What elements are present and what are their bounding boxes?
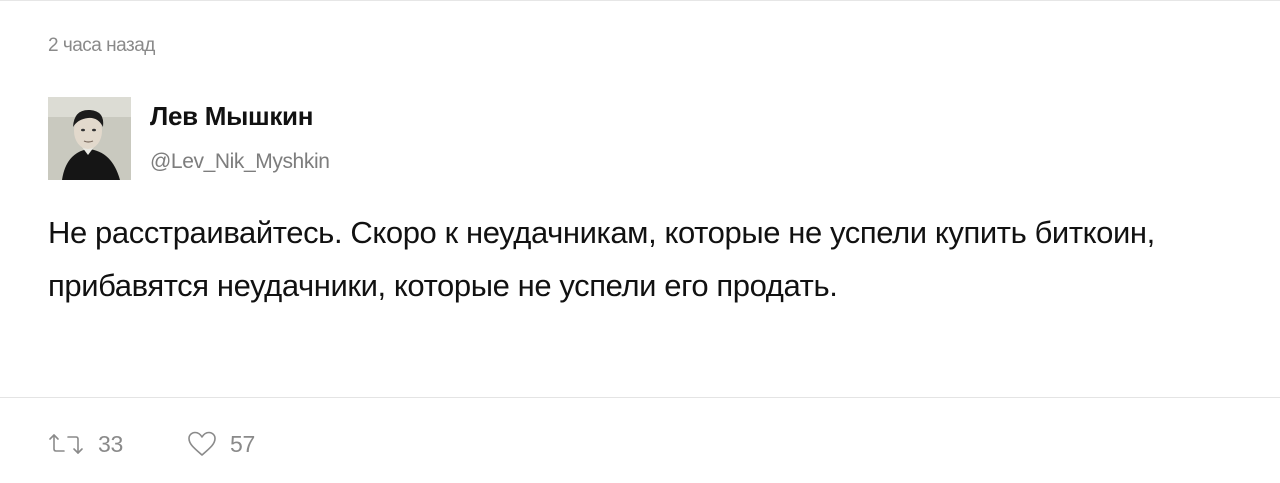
author-handle[interactable]: @Lev_Nik_Myshkin: [150, 150, 330, 174]
avatar-photo-icon: [48, 97, 131, 180]
author-avatar[interactable]: [48, 97, 131, 180]
tweet-timestamp[interactable]: 2 часа назад: [48, 35, 155, 57]
like-button[interactable]: 57: [186, 427, 255, 461]
retweet-icon: [46, 432, 86, 456]
author-name[interactable]: Лев Мышкин: [150, 101, 313, 132]
actions-divider: [0, 397, 1280, 398]
top-border: [0, 0, 1280, 1]
retweet-button[interactable]: 33: [46, 427, 123, 461]
retweet-count: 33: [98, 430, 123, 457]
tweet-text: Не расстраивайтесь. Скоро к неудачникам,…: [48, 215, 1155, 303]
heart-icon: [186, 430, 218, 458]
like-count: 57: [230, 430, 255, 457]
